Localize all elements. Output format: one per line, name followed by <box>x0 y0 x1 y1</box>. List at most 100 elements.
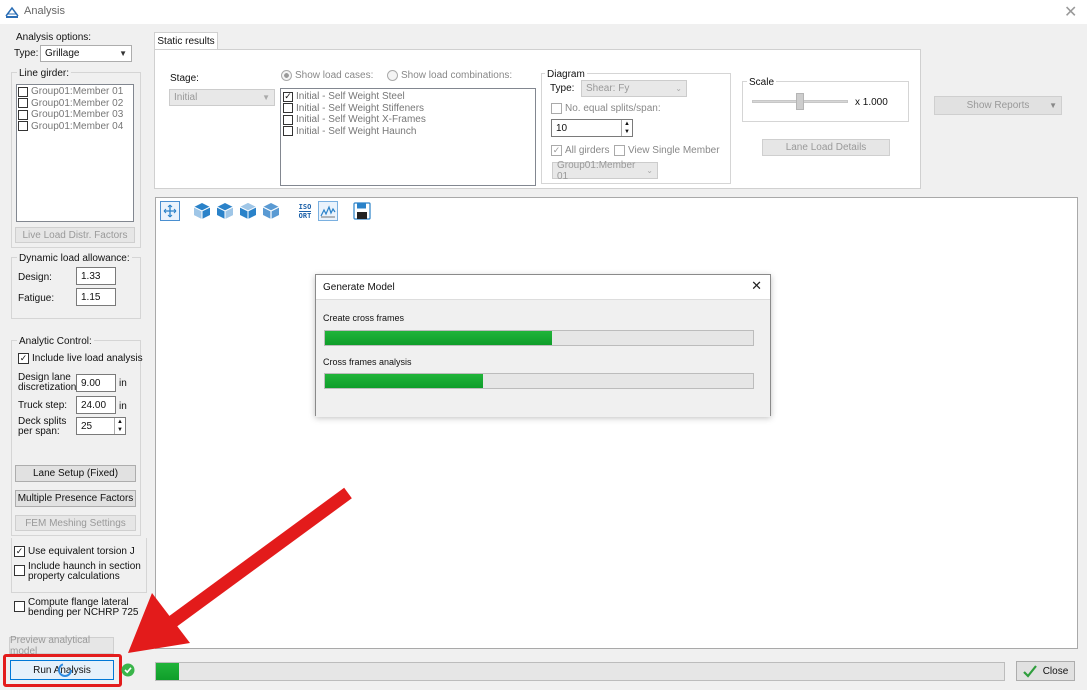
list-item[interactable]: Group01:Member 04 <box>18 121 133 133</box>
checkbox-unchecked-icon <box>14 601 25 612</box>
view-cube-iso-icon[interactable] <box>261 201 281 221</box>
equal-splits-label: No. equal splits/span: <box>565 103 661 114</box>
member-label: Group01:Member 01 <box>31 86 124 98</box>
show-load-combinations-radio[interactable]: Show load combinations: <box>387 70 512 81</box>
app-icon <box>5 6 19 18</box>
task1-label: Create cross frames <box>323 313 405 323</box>
checkbox-checked-icon: ✓ <box>283 91 293 102</box>
lane-setup-button[interactable]: Lane Setup (Fixed) <box>15 465 136 482</box>
truck-step-label: Truck step: <box>18 400 68 411</box>
window-close-icon[interactable]: ✕ <box>1064 2 1077 22</box>
member-select[interactable]: Group01:Member 01 ⌄ <box>552 159 658 182</box>
diagram-type-value: Shear: Fy <box>586 83 630 94</box>
list-item[interactable]: Group01:Member 02 <box>18 98 133 110</box>
analysis-options-label: Analysis options: <box>16 32 92 43</box>
close-button-label: Close <box>1042 665 1069 677</box>
pan-icon[interactable] <box>160 201 180 221</box>
stage-select[interactable]: Initial ▼ <box>169 89 275 106</box>
tab-static-results[interactable]: Static results <box>154 32 218 50</box>
checkbox-unchecked-icon <box>283 126 293 137</box>
lane-load-details-button[interactable]: Lane Load Details <box>762 139 890 156</box>
multiple-presence-button[interactable]: Multiple Presence Factors <box>15 490 136 507</box>
checkbox-unchecked-icon <box>18 86 28 97</box>
equal-splits-checkbox[interactable]: No. equal splits/span: <box>551 103 661 114</box>
list-item[interactable]: Group01:Member 01 <box>18 86 133 98</box>
member-select-value: Group01:Member 01 <box>557 159 636 182</box>
include-live-load-label: Include live load analysis <box>32 353 143 364</box>
checkbox-unchecked-icon <box>18 98 28 109</box>
checkbox-unchecked-icon <box>614 145 625 156</box>
view-cube-side-icon[interactable] <box>215 201 235 221</box>
checkbox-unchecked-icon <box>551 103 562 114</box>
scale-slider-thumb[interactable] <box>796 93 804 110</box>
include-haunch-label: Include haunch in section property calcu… <box>28 561 141 582</box>
type-select[interactable]: Grillage ▼ <box>40 45 132 62</box>
save-icon[interactable] <box>352 201 372 221</box>
fem-meshing-button[interactable]: FEM Meshing Settings <box>15 515 136 531</box>
spin-arrows-icon[interactable]: ▲ ▼ <box>621 120 632 136</box>
spin-arrows-icon[interactable]: ▲ ▼ <box>114 418 125 434</box>
line-girder-list[interactable]: Group01:Member 01 Group01:Member 02 Group0… <box>16 84 134 222</box>
fatigue-input[interactable]: 1.15 <box>76 288 116 306</box>
live-load-distr-button[interactable]: Live Load Distr. Factors <box>15 227 135 243</box>
checkbox-unchecked-icon <box>283 103 293 114</box>
view-single-member-label: View Single Member <box>628 145 720 156</box>
view-cube-top-icon[interactable] <box>238 201 258 221</box>
scale-value: x 1.000 <box>855 97 888 108</box>
diagram-type-label: Type: <box>550 83 575 94</box>
list-item[interactable]: ✓ Initial - Self Weight Steel <box>283 91 535 103</box>
use-torsion-checkbox[interactable]: ✓ Use equivalent torsion J <box>14 546 135 557</box>
compute-flange-label: Compute flange lateral bending per NCHRP… <box>28 597 139 618</box>
status-progress-fill <box>156 663 179 680</box>
truck-step-input[interactable]: 24.00 <box>76 396 116 414</box>
member-label: Group01:Member 02 <box>31 97 124 109</box>
show-load-combinations-label: Show load combinations: <box>401 70 513 81</box>
type-select-value: Grillage <box>45 48 80 59</box>
design-lane-label: Design lane discretization: <box>18 372 80 393</box>
close-button[interactable]: Close <box>1016 661 1075 681</box>
loading-spinner-icon <box>58 663 72 677</box>
design-lane-input[interactable]: 9.00 <box>76 374 116 392</box>
view-cube-front-icon[interactable] <box>192 201 212 221</box>
line-girder-label: Line girder: <box>17 68 72 79</box>
truck-step-unit: in <box>119 401 127 412</box>
radio-unselected-icon <box>387 70 398 81</box>
load-cases-list[interactable]: ✓ Initial - Self Weight Steel Initial - Se… <box>280 88 536 186</box>
model-canvas[interactable] <box>155 197 1078 649</box>
include-haunch-checkbox[interactable]: Include haunch in section property calcu… <box>14 562 141 582</box>
equal-splits-stepper[interactable]: 10 ▲ ▼ <box>551 119 633 137</box>
dialog-title: Generate Model <box>323 282 395 293</box>
list-item[interactable]: Initial - Self Weight Haunch <box>283 126 535 138</box>
chart-icon[interactable] <box>318 201 338 221</box>
checkbox-unchecked-icon <box>283 114 293 125</box>
include-live-load-checkbox[interactable]: ✓ Include live load analysis <box>18 353 143 364</box>
show-load-cases-radio[interactable]: Show load cases: <box>281 70 373 81</box>
list-item[interactable]: Group01:Member 03 <box>18 109 133 121</box>
list-item[interactable]: Initial - Self Weight Stiffeners <box>283 103 535 115</box>
compute-flange-checkbox[interactable]: Compute flange lateral bending per NCHRP… <box>14 598 138 618</box>
status-progress-bar <box>155 662 1005 681</box>
chevron-down-icon: ▼ <box>1049 101 1057 110</box>
list-item[interactable]: Initial - Self Weight X-Frames <box>283 114 535 126</box>
show-reports-button[interactable]: Show Reports ▼ <box>934 96 1062 115</box>
iso-ort-icon[interactable]: ISO ORT <box>295 201 315 221</box>
checkbox-unchecked-icon <box>14 565 25 576</box>
load-case-label: Initial - Self Weight X-Frames <box>296 114 426 126</box>
fatigue-label: Fatigue: <box>18 293 55 304</box>
load-case-label: Initial - Self Weight Haunch <box>296 125 417 137</box>
dialog-close-icon[interactable]: ✕ <box>751 278 762 294</box>
diagram-type-select[interactable]: Shear: Fy ⌄ <box>581 80 687 97</box>
preview-model-button[interactable]: Preview analytical model <box>9 635 114 657</box>
view-single-member-checkbox[interactable]: View Single Member <box>614 145 720 156</box>
view-toolbar: ISO ORT <box>160 201 372 221</box>
deck-splits-value: 25 <box>81 420 93 432</box>
chevron-down-icon: ▼ <box>119 49 127 58</box>
use-torsion-label: Use equivalent torsion J <box>28 546 135 557</box>
chevron-down-icon: ▼ <box>262 93 270 102</box>
all-girders-checkbox[interactable]: ✓ All girders <box>551 145 609 156</box>
checkbox-unchecked-icon <box>18 109 28 120</box>
deck-splits-stepper[interactable]: 25 ▲ ▼ <box>76 417 126 435</box>
checkbox-checked-icon: ✓ <box>14 546 25 557</box>
load-case-label: Initial - Self Weight Stiffeners <box>296 102 425 114</box>
design-input[interactable]: 1.33 <box>76 267 116 285</box>
